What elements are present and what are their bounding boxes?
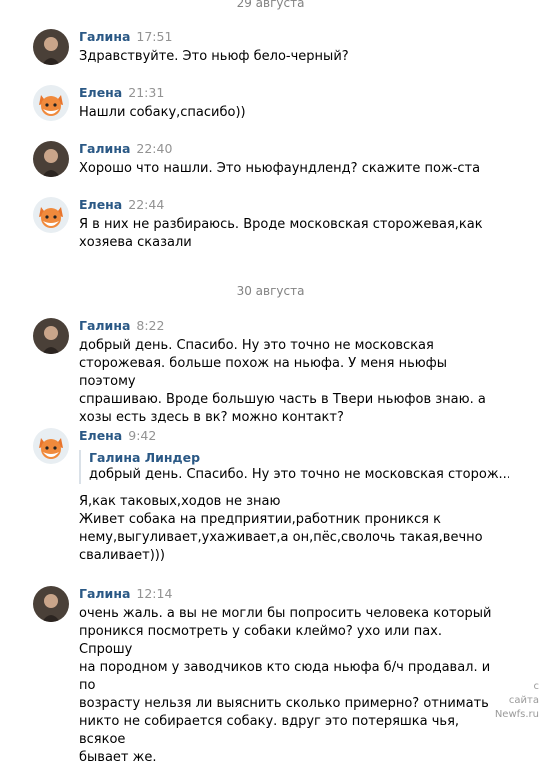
author-name[interactable]: Галина 17:51 [79, 29, 172, 44]
message-time: 9:42 [128, 428, 157, 443]
message-text: Я в них не разбираюсь. Вроде московская … [79, 217, 483, 250]
message-time: 8:22 [136, 318, 165, 333]
message-text: Я,как таковых,ходов не знаю Живет собака… [79, 494, 483, 563]
avatar-galina[interactable] [33, 141, 69, 177]
message-text: очень жаль. а вы не могли бы попросить ч… [79, 606, 492, 765]
message-time: 12:14 [136, 586, 173, 601]
message-text: Хорошо что нашли. Это ньюфаундленд? скаж… [79, 161, 481, 176]
author-name[interactable]: Елена 21:31 [79, 85, 164, 100]
quote-text: добрый день. Спасибо. Ну это точно не мо… [89, 467, 509, 482]
message-time: 22:40 [136, 141, 173, 156]
message-time: 22:44 [128, 197, 165, 212]
watermark-line: с [533, 681, 540, 692]
message-time: 21:31 [128, 85, 165, 100]
watermark: с сайта Newfs.ru [495, 680, 539, 722]
message-time: 17:51 [136, 29, 173, 44]
avatar-elena[interactable] [33, 428, 69, 464]
watermark-line: сайта [508, 695, 539, 706]
watermark-line: Newfs.ru [494, 709, 539, 720]
author-name[interactable]: Галина 8:22 [79, 318, 164, 333]
avatar-galina[interactable] [33, 318, 69, 354]
author-name[interactable]: Галина 22:40 [79, 141, 172, 156]
avatar-galina[interactable] [33, 586, 69, 622]
message-text: Нашли собаку,спасибо)) [79, 105, 246, 120]
message-text: добрый день. Спасибо. Ну это точно не мо… [79, 338, 486, 425]
message-text: Здравствуйте. Это ньюф бело-черный? [79, 49, 349, 64]
reply-quote[interactable]: Галина Линдер добрый день. Спасибо. Ну э… [79, 450, 509, 484]
author-name[interactable]: Елена 9:42 [79, 428, 156, 443]
author-name[interactable]: Елена 22:44 [79, 197, 164, 212]
avatar-elena[interactable] [33, 85, 69, 121]
avatar-galina[interactable] [33, 29, 69, 65]
avatar-elena[interactable] [33, 197, 69, 233]
date-separator: 30 августа [236, 284, 305, 298]
quote-author: Галина Линдер [89, 450, 201, 465]
author-name[interactable]: Галина 12:14 [79, 586, 172, 601]
date-separator: 29 августа [236, 0, 305, 10]
